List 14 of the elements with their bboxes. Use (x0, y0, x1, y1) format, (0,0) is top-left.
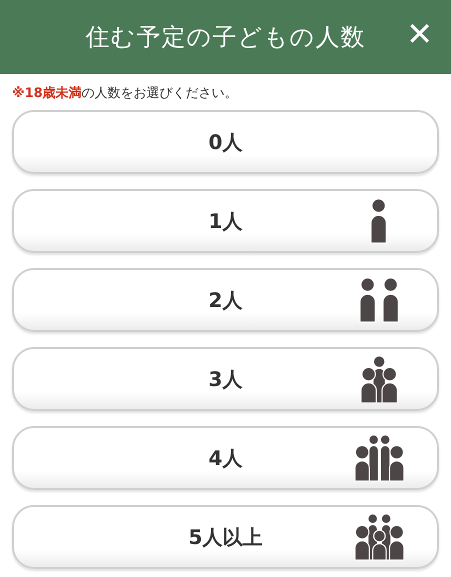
people-icon (354, 513, 404, 561)
people-icon (354, 434, 404, 482)
count-option-button[interactable]: 2人 (12, 268, 439, 332)
people-icon (370, 198, 388, 244)
people-icon (360, 354, 398, 404)
count-option-button[interactable]: 1人 (12, 189, 439, 253)
note-text: ※18歳未満の人数をお選びください。 (12, 85, 239, 102)
close-button[interactable]: ✕ (402, 15, 437, 54)
count-option-button[interactable]: 0人 (12, 110, 439, 174)
count-option-button[interactable]: 5人以上 (12, 505, 439, 569)
count-option-button[interactable]: 4人 (12, 426, 439, 490)
page-title: 住む予定の子どもの人数 (86, 22, 366, 53)
count-option-button[interactable]: 3人 (12, 347, 439, 411)
people-icon (358, 276, 400, 324)
